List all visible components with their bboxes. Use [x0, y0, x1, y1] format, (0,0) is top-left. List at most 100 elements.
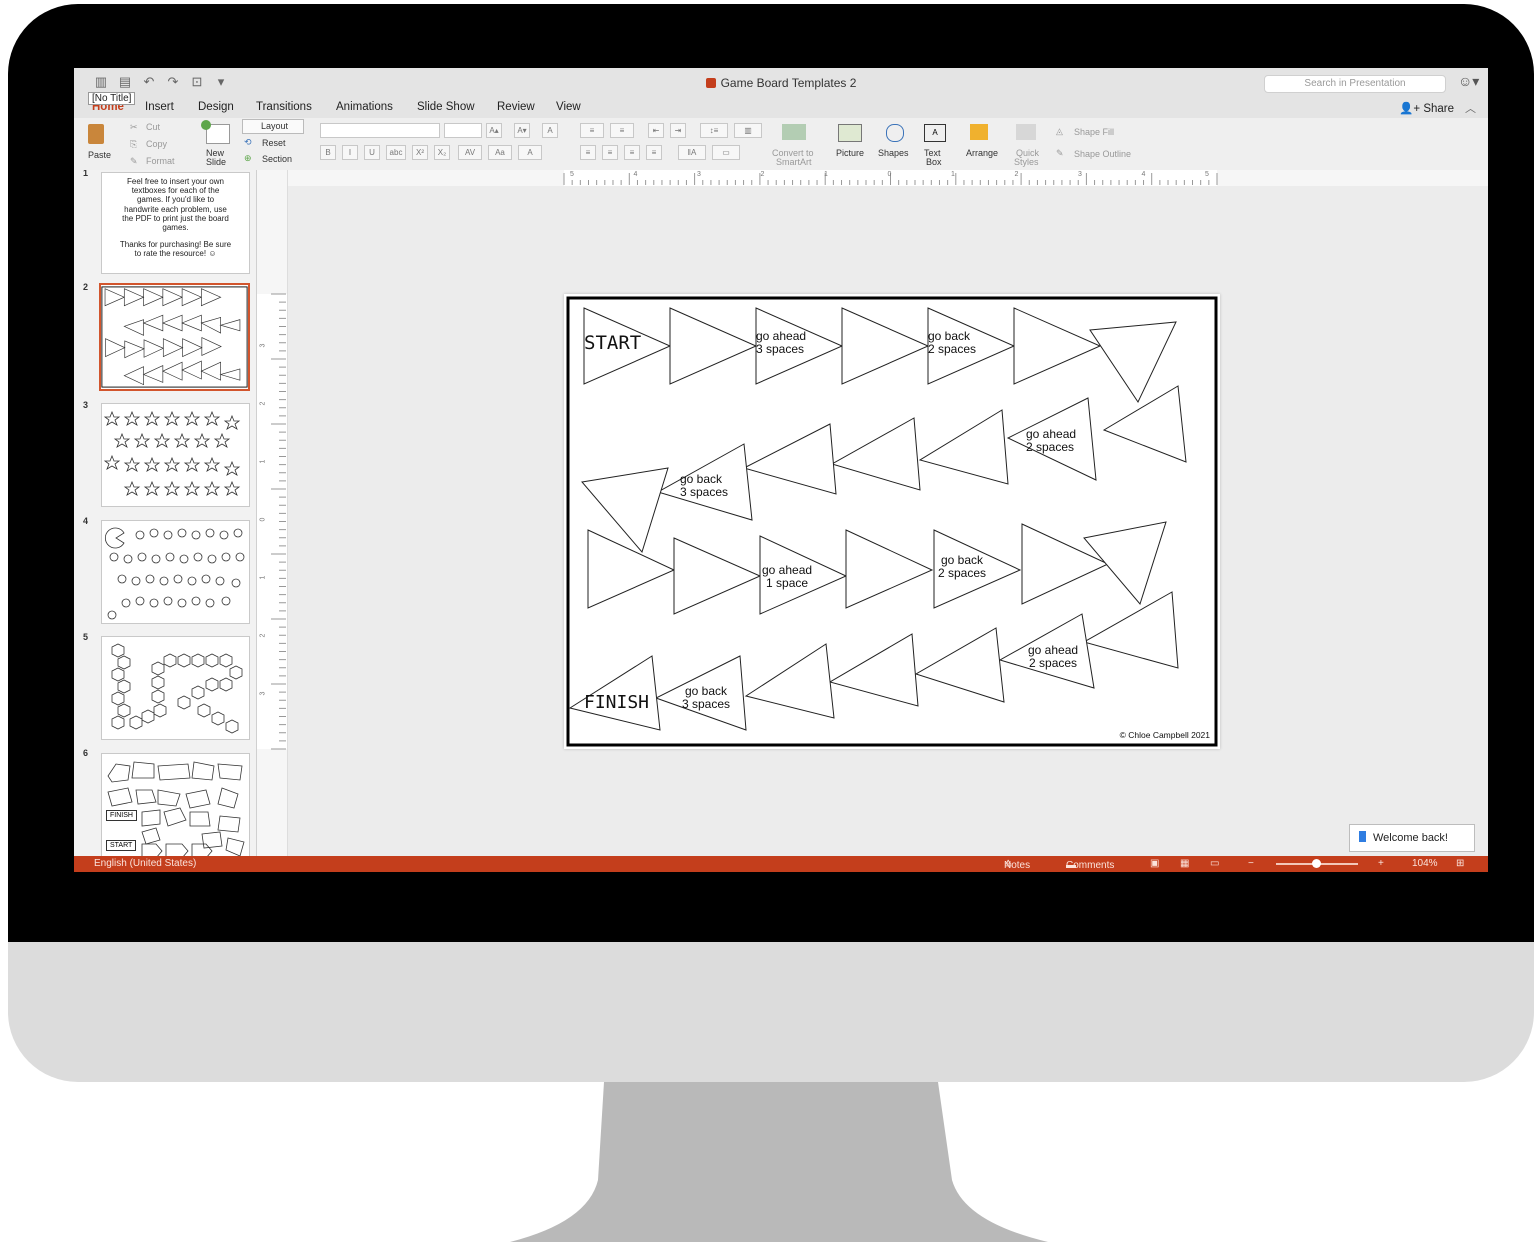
slide-thumbnails-pane[interactable]: 1 Feel free to insert your own textboxes… [74, 170, 257, 856]
ruler-tick-label: 2 [760, 171, 765, 178]
decrease-indent-icon[interactable]: ⇤ [648, 123, 664, 138]
shapes-button[interactable]: Shapes [878, 122, 914, 162]
columns-icon[interactable]: ▥ [734, 123, 762, 138]
shape-outline-label: Shape Outline [1074, 149, 1132, 159]
title-tooltip: [No Title] [88, 92, 136, 105]
vertical-ruler[interactable]: 3 2 1 0 1 2 3 [257, 170, 288, 856]
thumb-line: to rate the resource! ☺ [134, 249, 217, 259]
italic-button[interactable]: I [342, 145, 358, 160]
shape-outline-button[interactable]: ✎ Shape Outline [1056, 148, 1156, 161]
layout-button[interactable]: Layout [242, 119, 304, 134]
tab-insert[interactable]: Insert [145, 101, 174, 113]
feedback-smiley-icon[interactable]: ☺▾ [1458, 73, 1479, 90]
board-space [918, 409, 1009, 485]
slide-thumbnail-6[interactable]: FINISH START [101, 753, 250, 856]
reset-button[interactable]: ⟲ Reset [242, 137, 302, 151]
section-button[interactable]: ⊕ Section [242, 153, 306, 167]
picture-button[interactable]: Picture [834, 122, 870, 162]
slide-thumbnail-3[interactable] [101, 403, 250, 507]
reading-view-icon[interactable]: ▭ [1210, 858, 1219, 869]
board-space [841, 307, 930, 385]
slide-thumbnail-5[interactable] [101, 636, 250, 740]
horizontal-ruler[interactable]: 5 4 3 2 1 0 1 2 3 4 5 [288, 170, 1488, 187]
ruler-tick-label: 0 [887, 171, 892, 178]
welcome-back-banner[interactable]: Welcome back! [1349, 824, 1475, 852]
slide-thumbnail-1[interactable]: Feel free to insert your own textboxes f… [101, 172, 250, 274]
slide-sorter-icon[interactable]: ▦ [1180, 858, 1189, 869]
paste-button[interactable]: Paste [84, 122, 118, 162]
slide-number: 3 [83, 400, 89, 410]
layout-label: Layout [261, 121, 289, 131]
board-space [914, 627, 1005, 703]
decrease-font-icon[interactable]: A▾ [514, 123, 530, 138]
increase-font-icon[interactable]: A▴ [486, 123, 502, 138]
game-board [566, 296, 1218, 747]
bullets-icon[interactable]: ≡ [580, 123, 604, 138]
collapse-ribbon-icon[interactable]: ︿ [1465, 100, 1476, 116]
board-space [1082, 591, 1179, 669]
tab-transitions[interactable]: Transitions [256, 101, 312, 113]
font-size-field[interactable] [444, 123, 482, 138]
align-left-icon[interactable]: ≡ [580, 145, 596, 160]
bold-button[interactable]: B [320, 145, 336, 160]
shapes-icon [886, 124, 904, 142]
thumbnail-4-preview [104, 527, 245, 620]
convert-smartart-button[interactable]: Convert to SmartArt [768, 122, 824, 168]
arrange-button[interactable]: Arrange [964, 122, 1004, 162]
font-color-icon[interactable]: A [518, 145, 542, 160]
share-button[interactable]: 👤+ Share [1399, 101, 1454, 115]
ruler-tick-label: 1 [824, 171, 828, 178]
ruler-tick-label: 4 [1141, 171, 1146, 178]
new-slide-button[interactable]: New Slide [198, 120, 238, 167]
align-text-icon[interactable]: ▭ [712, 145, 740, 160]
strikethrough-button[interactable]: abc [386, 145, 406, 160]
zoom-in-button[interactable]: + [1378, 858, 1384, 869]
board-space [830, 417, 921, 491]
text-direction-icon[interactable]: ‖A [678, 145, 706, 160]
slide-thumbnail-2[interactable] [99, 283, 250, 391]
normal-view-icon[interactable]: ▣ [1150, 858, 1159, 869]
scissors-icon: ✂ [130, 122, 138, 132]
notes-label: Notes [1004, 860, 1031, 871]
search-input[interactable]: Search in Presentation [1264, 75, 1446, 93]
increase-indent-icon[interactable]: ⇥ [670, 123, 686, 138]
underline-button[interactable]: U [364, 145, 380, 160]
tab-design[interactable]: Design [198, 101, 234, 113]
welcome-text: Welcome back! [1373, 832, 1448, 844]
fit-to-window-icon[interactable]: ⊞ [1456, 858, 1464, 869]
tab-slide-show[interactable]: Slide Show [417, 101, 475, 113]
superscript-button[interactable]: X² [412, 145, 428, 160]
clear-format-icon[interactable]: A [542, 123, 558, 138]
tab-review[interactable]: Review [497, 101, 535, 113]
line-spacing-icon[interactable]: ↕≡ [700, 123, 728, 138]
current-slide[interactable]: START FINISH go ahead 3 spaces go back 2… [564, 294, 1220, 749]
text-box-label-2: Box [926, 157, 942, 167]
zoom-level[interactable]: 104% [1412, 858, 1438, 869]
shape-fill-label: Shape Fill [1074, 127, 1115, 137]
align-right-icon[interactable]: ≡ [624, 145, 640, 160]
cut-label: Cut [146, 122, 161, 132]
tab-view[interactable]: View [556, 101, 581, 113]
quick-styles-button[interactable]: Quick Styles [1012, 122, 1046, 168]
numbering-icon[interactable]: ≡ [610, 123, 634, 138]
text-box-button[interactable]: A Text Box [922, 122, 950, 168]
space-label: go back 3 spaces [682, 685, 730, 711]
board-space [1102, 385, 1187, 463]
zoom-slider-thumb[interactable] [1312, 859, 1321, 868]
copy-label: Copy [146, 139, 168, 149]
change-case-icon[interactable]: Aa [488, 145, 512, 160]
align-center-icon[interactable]: ≡ [602, 145, 618, 160]
slide-thumbnail-4[interactable] [101, 520, 250, 624]
space-label-line-2: 2 spaces [1029, 656, 1078, 670]
character-spacing-icon[interactable]: AV [458, 145, 482, 160]
language-indicator[interactable]: English (United States) [94, 858, 196, 869]
shape-fill-button[interactable]: ◬ Shape Fill [1056, 126, 1136, 139]
copy-icon: ⎘ [130, 139, 138, 149]
subscript-button[interactable]: X₂ [434, 145, 450, 160]
zoom-out-button[interactable]: − [1248, 858, 1254, 869]
justify-icon[interactable]: ≡ [646, 145, 662, 160]
paint-bucket-icon: ◬ [1056, 126, 1063, 136]
tab-animations[interactable]: Animations [336, 101, 393, 113]
font-name-field[interactable] [320, 123, 440, 138]
space-label-line-2: 1 space [766, 576, 809, 590]
